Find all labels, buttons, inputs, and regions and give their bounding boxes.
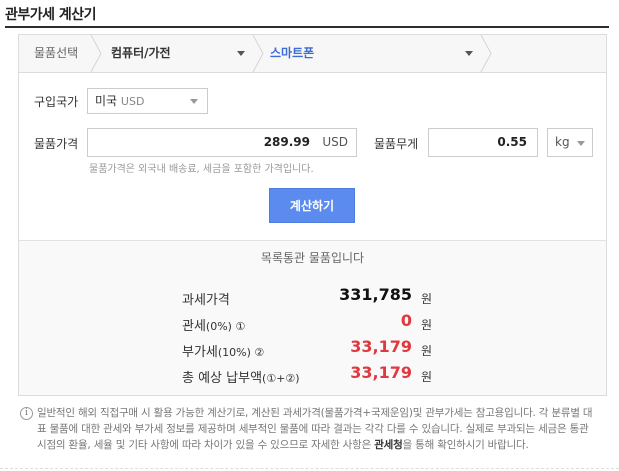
disclaimer-text: 일반적인 해외 직접구매 시 활용 가능한 계산기로, 계산된 과세가격(물품가… [37,407,593,451]
country-label: 구입국가 [34,95,79,109]
calculate-button[interactable]: 계산하기 [269,188,355,223]
result-label: 부가세(10%) ② [182,345,265,360]
category-selector: 물품선택 컴퓨터/가전 스마트폰 [19,35,606,73]
result-value: 33,179 [350,337,412,356]
weight-unit-select[interactable]: kg [547,128,593,157]
breadcrumb-separator-icon [90,35,102,72]
result-value: 331,785 [339,285,412,304]
chevron-down-icon[interactable] [465,51,473,56]
result-unit: 원 [420,344,432,358]
chevron-down-icon [190,99,198,104]
result-row-customs-duty: 관세(0%) ① 0 원 [182,311,442,335]
breadcrumb-separator-icon [252,35,264,72]
breadcrumb-separator-icon [480,35,492,72]
result-label: 관세(0%) ① [182,319,246,334]
country-value: 미국 [95,94,118,108]
result-unit: 원 [420,318,432,332]
weight-input[interactable]: 0.55 [428,128,538,157]
price-label: 물품가격 [34,137,79,151]
result-row-taxable-price: 과세가격 331,785 원 [182,285,442,309]
info-icon: i [20,407,33,420]
result-notice: 목록통관 물품입니다 [260,251,365,265]
result-row-vat: 부가세(10%) ② 33,179 원 [182,337,442,361]
country-currency: USD [120,95,145,108]
result-unit: 원 [420,292,432,306]
calculator-panel: 물품선택 컴퓨터/가전 스마트폰 구입국가 미국 USD 물품가격 289.99… [18,34,607,396]
weight-unit: kg [555,135,570,149]
result-label: 총 예상 납부액(①+②) [182,371,300,386]
result-value: 33,179 [350,363,412,382]
country-select[interactable]: 미국 USD [87,88,208,114]
category-dropdown[interactable]: 컴퓨터/가전 [111,35,171,72]
price-unit: USD [322,135,348,149]
selector-label: 물품선택 [34,46,79,60]
subcategory-dropdown[interactable]: 스마트폰 [270,35,314,72]
page-title: 관부가세 계산기 [5,7,97,23]
result-unit: 원 [420,370,432,384]
result-row-total: 총 예상 납부액(①+②) 33,179 원 [182,363,442,387]
result-value: 0 [400,311,412,330]
result-section: 목록통관 물품입니다 과세가격 331,785 원 관세(0%) ① 0 원 부… [19,240,606,395]
footer-divider [0,468,619,469]
weight-label: 물품무게 [374,137,419,151]
customs-service-link[interactable]: 관세청 [374,439,403,451]
chevron-down-icon [577,141,585,146]
title-divider [5,26,609,28]
price-hint: 물품가격은 외국내 배송료, 세금을 포함한 가격입니다. [89,164,314,175]
result-label: 과세가격 [182,293,230,308]
price-input[interactable]: 289.99 USD [87,128,357,157]
chevron-down-icon[interactable] [237,51,245,56]
price-value: 289.99 [263,135,310,149]
